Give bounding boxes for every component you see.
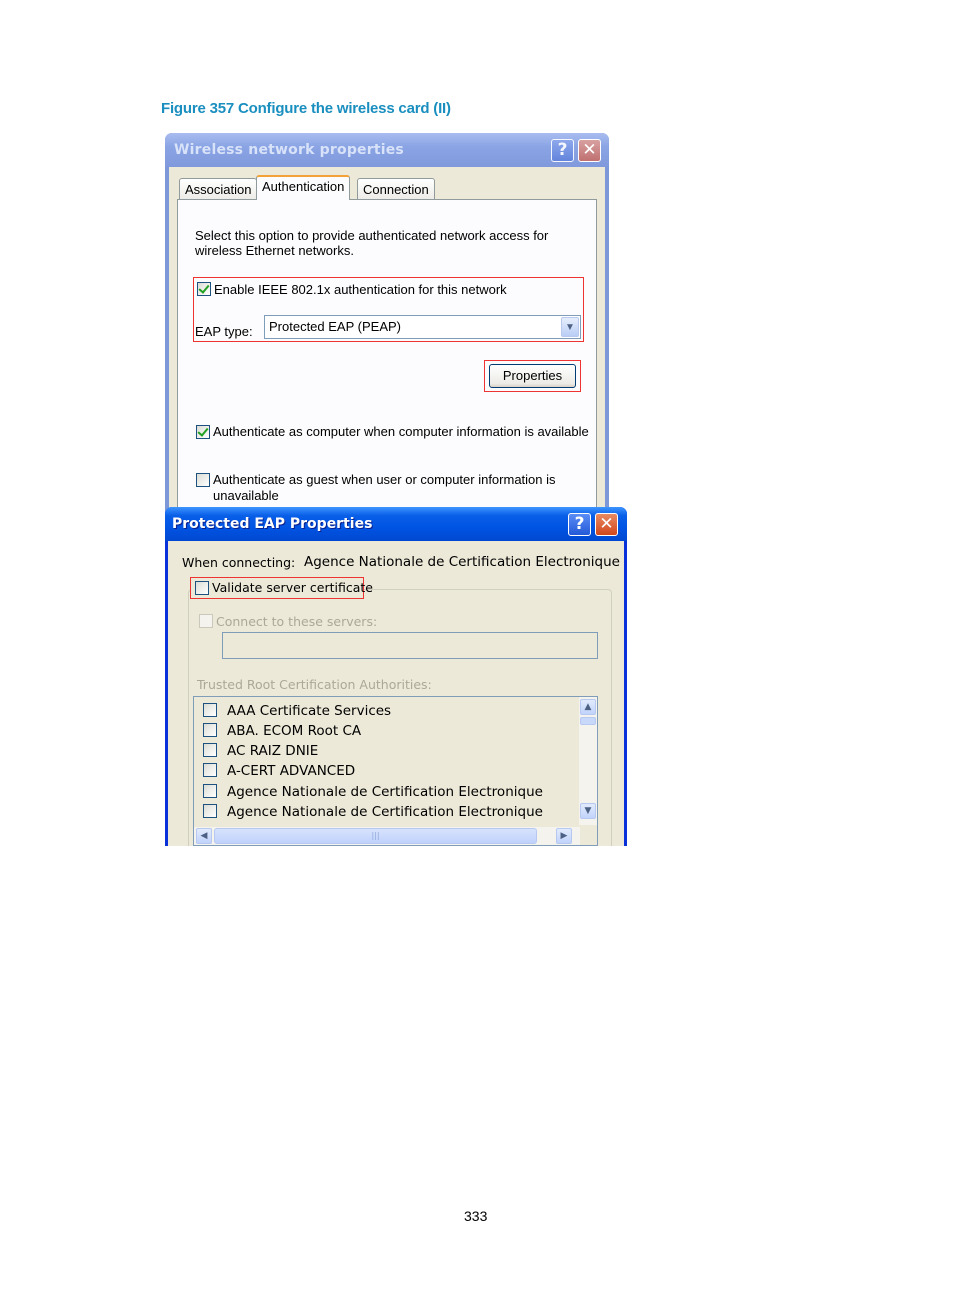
cert-checkbox[interactable]: [203, 804, 217, 818]
close-icon: ✕: [599, 514, 614, 534]
title-bar[interactable]: Protected EAP Properties ? ✕: [165, 507, 627, 541]
auth-as-guest-label-line-2: unavailable: [213, 488, 279, 503]
cert-label: A-CERT ADVANCED: [227, 763, 356, 779]
validate-server-cert-checkbox[interactable]: [195, 581, 209, 595]
description-line-2: wireless Ethernet networks.: [195, 243, 354, 258]
when-connecting-value: Agence Nationale de Certification Electr…: [304, 554, 620, 570]
cert-checkbox[interactable]: [203, 743, 217, 757]
close-button[interactable]: ✕: [595, 513, 618, 536]
help-icon: ?: [557, 140, 568, 160]
servers-input[interactable]: [222, 632, 598, 659]
connect-to-servers-label: Connect to these servers:: [216, 614, 378, 629]
cert-authorities-list[interactable]: AAA Certificate Services ABA. ECOM Root …: [193, 696, 598, 846]
dialog-title: Protected EAP Properties: [172, 516, 373, 532]
auth-as-computer-label: Authenticate as computer when computer i…: [213, 424, 589, 439]
dialog-body: When connecting: Agence Nationale de Cer…: [168, 541, 624, 846]
scroll-up-icon[interactable]: ▲: [580, 699, 596, 715]
help-icon: ?: [574, 514, 585, 534]
horizontal-scrollbar[interactable]: ◀ ||| ▶: [194, 827, 580, 845]
vertical-scrollbar[interactable]: ▲ ▼: [579, 697, 597, 825]
eap-type-label: EAP type:: [195, 324, 253, 339]
cert-label: AAA Certificate Services: [227, 703, 392, 719]
enable-8021x-checkbox[interactable]: [197, 282, 211, 296]
connect-to-servers-checkbox[interactable]: [199, 614, 213, 628]
list-item[interactable]: AAA Certificate Services: [194, 701, 574, 721]
vertical-scroll-thumb[interactable]: [580, 717, 596, 725]
title-bar[interactable]: Wireless network properties ? ✕: [165, 133, 609, 167]
eap-type-select[interactable]: Protected EAP (PEAP) ▼: [264, 315, 581, 339]
authentication-panel: Select this option to provide authentica…: [177, 199, 597, 513]
dialog-title: Wireless network properties: [174, 142, 404, 158]
when-connecting-label: When connecting:: [182, 555, 296, 570]
cert-label: Agence Nationale de Certification Electr…: [227, 784, 543, 800]
list-item[interactable]: Agence Nationale de Certification Electr…: [194, 782, 574, 802]
scroll-left-icon[interactable]: ◀: [196, 828, 212, 844]
protected-eap-properties-dialog: Protected EAP Properties ? ✕ When connec…: [165, 507, 627, 846]
auth-as-guest-label-line-1: Authenticate as guest when user or compu…: [213, 472, 556, 487]
list-item[interactable]: A-CERT ADVANCED: [194, 761, 574, 781]
list-item[interactable]: Agence Nationale de Certification Electr…: [194, 802, 574, 822]
cert-label: Agence Nationale de Certification Electr…: [227, 804, 543, 820]
close-icon: ✕: [582, 140, 597, 160]
cert-checkbox[interactable]: [203, 763, 217, 777]
wireless-network-properties-dialog: Wireless network properties ? ✕ Associat…: [165, 133, 609, 513]
description-line-1: Select this option to provide authentica…: [195, 228, 549, 243]
auth-as-guest-checkbox[interactable]: [196, 473, 210, 487]
cert-checkbox[interactable]: [203, 723, 217, 737]
properties-button[interactable]: Properties: [489, 364, 576, 388]
cert-label: AC RAIZ DNIE: [227, 743, 319, 759]
tab-authentication[interactable]: Authentication: [256, 175, 351, 200]
close-button[interactable]: ✕: [578, 139, 601, 162]
list-item[interactable]: ABA. ECOM Root CA: [194, 721, 574, 741]
cert-checkbox[interactable]: [203, 703, 217, 717]
page-number: 333: [464, 1208, 488, 1224]
horizontal-scroll-thumb[interactable]: |||: [214, 828, 537, 844]
help-button[interactable]: ?: [551, 139, 574, 162]
tab-association[interactable]: Association: [179, 178, 258, 200]
enable-8021x-label: Enable IEEE 802.1x authentication for th…: [214, 282, 507, 297]
chevron-down-icon[interactable]: ▼: [561, 317, 579, 337]
validate-server-cert-label: Validate server certificate: [212, 580, 373, 595]
tab-connection[interactable]: Connection: [357, 178, 435, 200]
auth-as-computer-checkbox[interactable]: [196, 425, 210, 439]
eap-type-value: Protected EAP (PEAP): [269, 319, 401, 334]
figure-caption: Figure 357 Configure the wireless card (…: [161, 100, 451, 117]
list-item[interactable]: AC RAIZ DNIE: [194, 741, 574, 761]
scroll-down-icon[interactable]: ▼: [580, 803, 596, 819]
dialog-body: Association Authentication Connection Se…: [169, 167, 605, 513]
trusted-root-label: Trusted Root Certification Authorities:: [197, 677, 432, 692]
help-button[interactable]: ?: [568, 513, 591, 536]
cert-checkbox[interactable]: [203, 784, 217, 798]
scroll-right-icon[interactable]: ▶: [556, 828, 572, 844]
cert-label: ABA. ECOM Root CA: [227, 723, 362, 739]
